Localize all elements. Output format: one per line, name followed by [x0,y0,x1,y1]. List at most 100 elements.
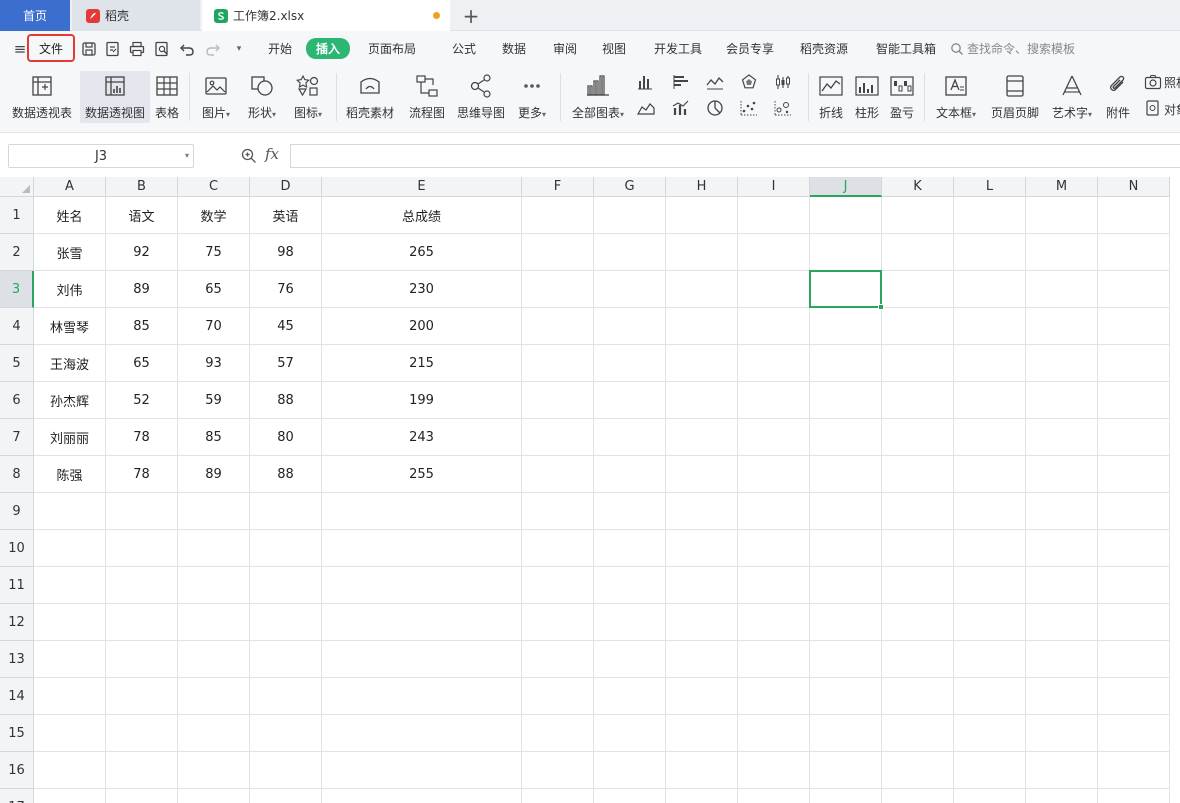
cell-N10[interactable] [1098,530,1170,567]
cell-B17[interactable] [106,789,178,803]
all-charts-button[interactable]: 全部图表▾ [567,71,629,123]
cell-M13[interactable] [1026,641,1098,678]
cell-L7[interactable] [954,419,1026,456]
cell-C2[interactable]: 75 [178,234,250,271]
cell-K3[interactable] [882,271,954,308]
cell-L15[interactable] [954,715,1026,752]
cell-G6[interactable] [594,382,666,419]
cell-M10[interactable] [1026,530,1098,567]
pivot-chart-button[interactable]: 数据透视图 [80,71,150,123]
quick-access-dropdown-icon[interactable]: ▾ [230,40,248,58]
cell-B16[interactable] [106,752,178,789]
cell-F11[interactable] [522,567,594,604]
sparkline-winloss-button[interactable]: 盈亏 [886,71,918,123]
export-pdf-icon[interactable] [104,40,122,58]
cell-L11[interactable] [954,567,1026,604]
cell-L10[interactable] [954,530,1026,567]
cell-C6[interactable]: 59 [178,382,250,419]
cell-E14[interactable] [322,678,522,715]
cell-M3[interactable] [1026,271,1098,308]
cell-J4[interactable] [810,308,882,345]
cell-E13[interactable] [322,641,522,678]
cell-L6[interactable] [954,382,1026,419]
cell-N7[interactable] [1098,419,1170,456]
cell-K4[interactable] [882,308,954,345]
new-tab-button[interactable]: + [458,3,484,29]
cell-C8[interactable]: 89 [178,456,250,493]
cell-N16[interactable] [1098,752,1170,789]
cell-I1[interactable] [738,197,810,234]
line-chart-icon[interactable] [706,73,724,91]
cell-M11[interactable] [1026,567,1098,604]
hamburger-menu-icon[interactable]: ≡ [12,40,28,58]
cell-H1[interactable] [666,197,738,234]
cell-A9[interactable] [34,493,106,530]
cell-L9[interactable] [954,493,1026,530]
cell-B9[interactable] [106,493,178,530]
cell-F6[interactable] [522,382,594,419]
menu-tab-4[interactable]: 数据 [502,40,526,57]
cell-C17[interactable] [178,789,250,803]
cell-L12[interactable] [954,604,1026,641]
cell-G16[interactable] [594,752,666,789]
cell-C3[interactable]: 65 [178,271,250,308]
cell-B11[interactable] [106,567,178,604]
cell-A2[interactable]: 张雪 [34,234,106,271]
cell-J11[interactable] [810,567,882,604]
cell-A16[interactable] [34,752,106,789]
column-header-F[interactable]: F [522,177,594,197]
cell-K11[interactable] [882,567,954,604]
cell-C7[interactable]: 85 [178,419,250,456]
cell-A15[interactable] [34,715,106,752]
row-header-11[interactable]: 11 [0,567,34,604]
cell-K10[interactable] [882,530,954,567]
tab-docer[interactable]: 稻壳 [72,0,200,31]
cell-H7[interactable] [666,419,738,456]
cell-K6[interactable] [882,382,954,419]
cell-G2[interactable] [594,234,666,271]
cell-B8[interactable]: 78 [106,456,178,493]
cell-N1[interactable] [1098,197,1170,234]
cell-J16[interactable] [810,752,882,789]
combo-chart-icon[interactable] [672,99,690,117]
cell-D4[interactable]: 45 [250,308,322,345]
cell-M16[interactable] [1026,752,1098,789]
cell-D15[interactable] [250,715,322,752]
cell-K15[interactable] [882,715,954,752]
cell-J3[interactable] [810,271,882,308]
cell-C13[interactable] [178,641,250,678]
cell-K7[interactable] [882,419,954,456]
cell-I2[interactable] [738,234,810,271]
row-header-17[interactable]: 17 [0,789,34,803]
cell-B4[interactable]: 85 [106,308,178,345]
cell-B1[interactable]: 语文 [106,197,178,234]
cell-E15[interactable] [322,715,522,752]
pie-chart-icon[interactable] [706,99,724,117]
cell-G14[interactable] [594,678,666,715]
cell-F13[interactable] [522,641,594,678]
name-box-dropdown-icon[interactable]: ▾ [185,151,189,160]
cell-K8[interactable] [882,456,954,493]
cell-M15[interactable] [1026,715,1098,752]
cell-F15[interactable] [522,715,594,752]
cell-D16[interactable] [250,752,322,789]
cell-J7[interactable] [810,419,882,456]
cell-H17[interactable] [666,789,738,803]
cell-N11[interactable] [1098,567,1170,604]
cell-M8[interactable] [1026,456,1098,493]
column-header-L[interactable]: L [954,177,1026,197]
cell-A5[interactable]: 王海波 [34,345,106,382]
column-header-B[interactable]: B [106,177,178,197]
cell-A17[interactable] [34,789,106,803]
row-header-14[interactable]: 14 [0,678,34,715]
cell-J17[interactable] [810,789,882,803]
cell-B10[interactable] [106,530,178,567]
cell-K9[interactable] [882,493,954,530]
cell-J6[interactable] [810,382,882,419]
cell-H11[interactable] [666,567,738,604]
column-header-K[interactable]: K [882,177,954,197]
column-header-G[interactable]: G [594,177,666,197]
cell-N15[interactable] [1098,715,1170,752]
cell-C5[interactable]: 93 [178,345,250,382]
menu-tab-2[interactable]: 页面布局 [368,40,416,57]
